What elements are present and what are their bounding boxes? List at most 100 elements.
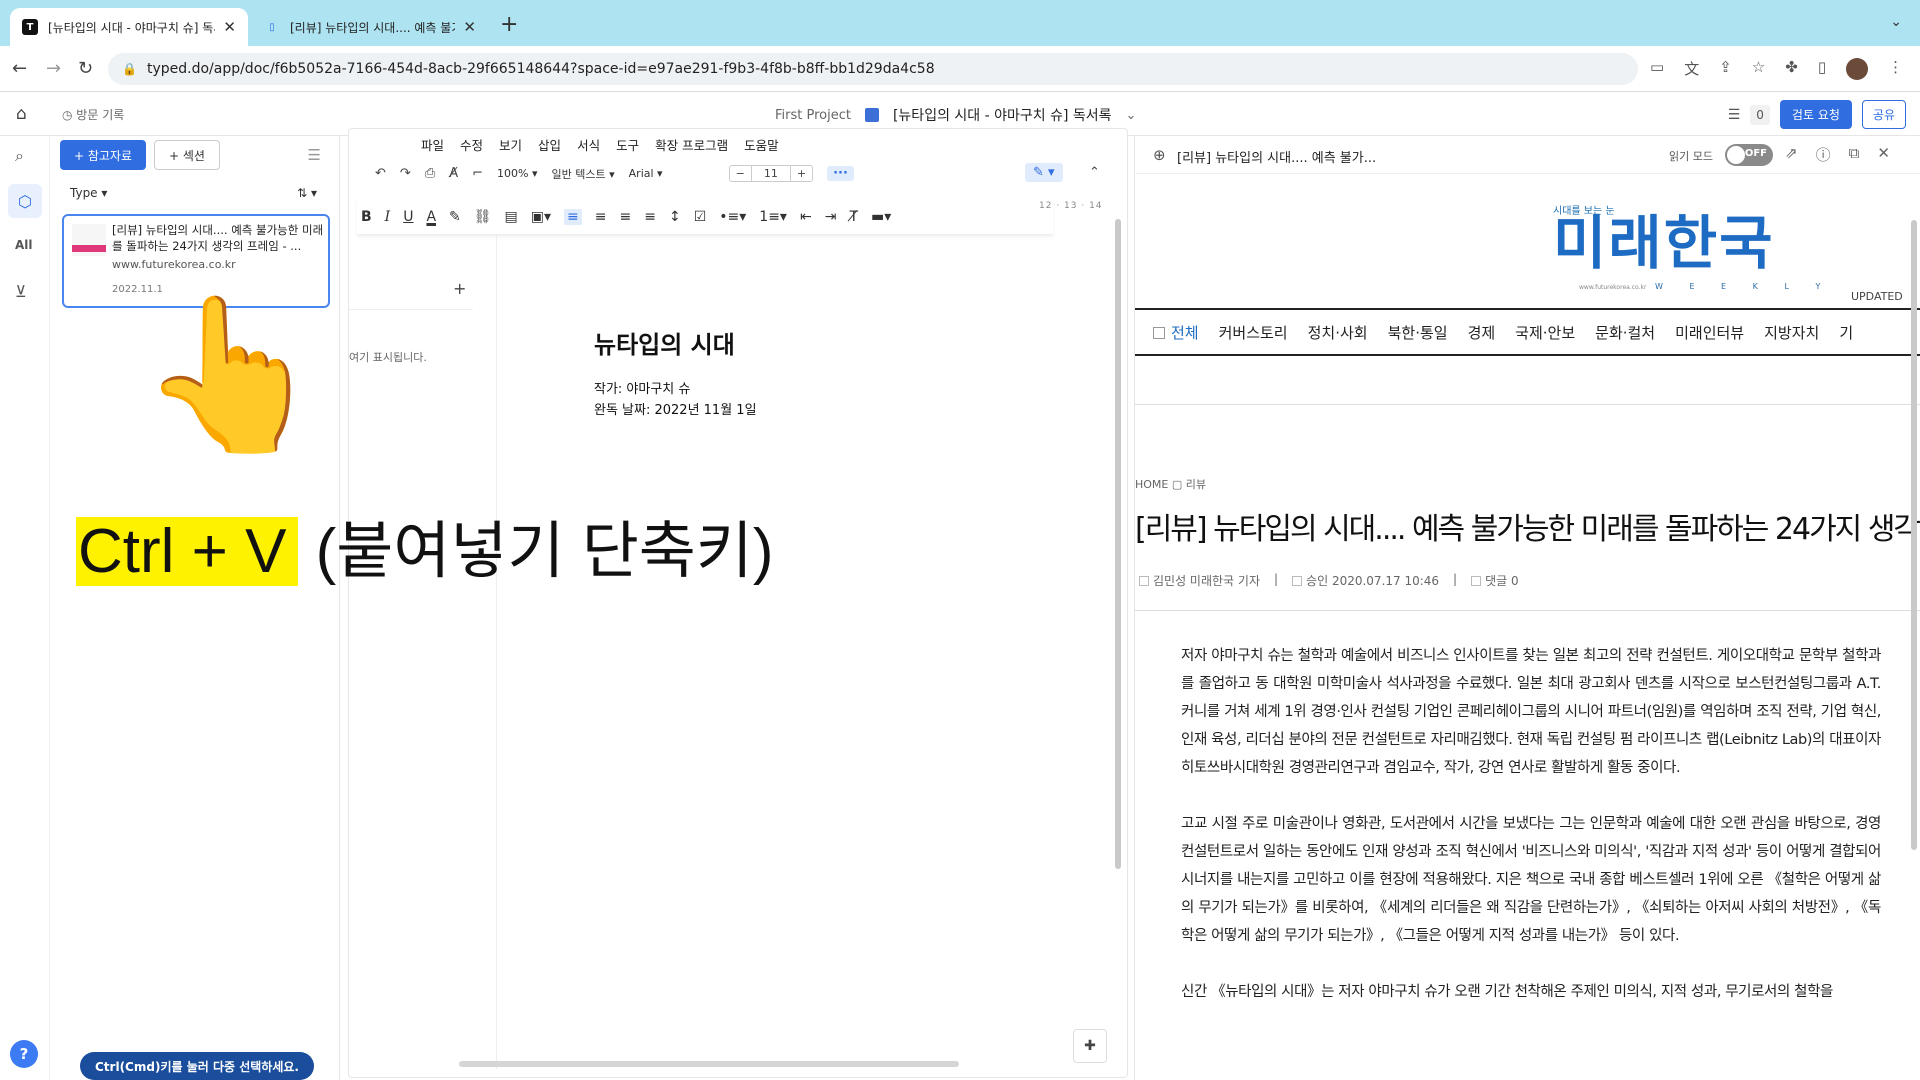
paint-format-icon[interactable]: ⌐ bbox=[472, 166, 483, 181]
type-filter-dropdown[interactable]: Type ▾ bbox=[70, 186, 107, 200]
profile-avatar[interactable] bbox=[1846, 58, 1869, 80]
address-bar[interactable]: 🔒 typed.do/app/doc/f6b5052a-7166-454d-8a… bbox=[108, 53, 1638, 85]
extensions-puzzle-icon[interactable]: ✤ bbox=[1785, 58, 1798, 80]
article-breadcrumb[interactable]: HOME ▢ 리뷰 bbox=[1135, 476, 1206, 492]
history-button[interactable]: ◷ 방문 기록 bbox=[62, 106, 124, 123]
nav-more[interactable]: 기 bbox=[1839, 322, 1853, 343]
kebab-menu-icon[interactable]: ⋮ bbox=[1888, 58, 1903, 80]
reload-icon[interactable]: ↻ bbox=[78, 58, 93, 79]
bookmark-star-icon[interactable]: ☆ bbox=[1752, 58, 1765, 80]
align-right-icon[interactable]: ≡ bbox=[620, 209, 632, 225]
share-icon[interactable]: ⇪ bbox=[1719, 58, 1732, 80]
nav-economy[interactable]: 경제 bbox=[1468, 322, 1496, 343]
menu-tools[interactable]: 도구 bbox=[616, 135, 639, 154]
menu-edit[interactable]: 수정 bbox=[460, 135, 483, 154]
menu-file[interactable]: 파일 bbox=[421, 135, 444, 154]
menu-view[interactable]: 보기 bbox=[499, 135, 522, 154]
cast-icon[interactable]: ▭ bbox=[1650, 58, 1664, 80]
checklist-icon[interactable]: ☰ bbox=[1728, 107, 1741, 123]
spellcheck-icon[interactable]: A̸ bbox=[449, 166, 458, 181]
highlight-icon[interactable]: ✎ bbox=[449, 209, 461, 225]
print-icon[interactable]: ⎙ bbox=[425, 166, 435, 181]
comment-icon[interactable]: ▤ bbox=[505, 209, 518, 225]
forward-arrow-icon[interactable]: → bbox=[46, 58, 61, 79]
add-section-button[interactable]: + 섹션 bbox=[154, 140, 220, 170]
nav-security[interactable]: 국제·안보 bbox=[1515, 322, 1575, 343]
translate-icon[interactable]: 文 bbox=[1684, 58, 1699, 80]
clear-formatting-icon[interactable]: T̸ bbox=[849, 209, 858, 225]
byline-comments[interactable]: 댓글 0 bbox=[1485, 574, 1519, 588]
back-arrow-icon[interactable]: ← bbox=[12, 58, 27, 79]
more-options-icon[interactable]: ··· bbox=[827, 166, 854, 181]
minus-icon[interactable]: − bbox=[730, 166, 751, 181]
document-title[interactable]: [뉴타입의 시대 - 야마구치 슈] 독서록 bbox=[893, 105, 1112, 125]
redo-icon[interactable]: ↷ bbox=[400, 166, 411, 181]
nav-politics[interactable]: 정치·사회 bbox=[1308, 322, 1368, 343]
close-tab-icon[interactable]: ✕ bbox=[223, 18, 236, 36]
menu-format[interactable]: 서식 bbox=[577, 135, 600, 154]
chevron-down-icon[interactable]: ⌄ bbox=[1126, 108, 1137, 123]
zoom-dropdown[interactable]: 100% ▾ bbox=[497, 167, 537, 180]
line-spacing-icon[interactable]: ↕ bbox=[669, 209, 681, 225]
add-reference-button[interactable]: + 참고자료 bbox=[60, 140, 146, 170]
numbered-list-icon[interactable]: 1≡▾ bbox=[759, 209, 787, 225]
increase-indent-icon[interactable]: ⇥ bbox=[825, 209, 837, 225]
document-meta[interactable]: 작가: 야마구치 슈 완독 날짜: 2022년 11월 1일 bbox=[594, 379, 757, 421]
read-mode-toggle[interactable]: OFF bbox=[1725, 144, 1773, 166]
text-color-icon[interactable]: A bbox=[426, 209, 436, 225]
nav-all[interactable]: 전체 bbox=[1153, 322, 1199, 343]
menu-help[interactable]: 도움말 bbox=[744, 135, 779, 154]
font-size-stepper[interactable]: − 11 + bbox=[728, 165, 814, 182]
nav-interview[interactable]: 미래인터뷰 bbox=[1675, 322, 1744, 343]
new-tab-icon[interactable]: + bbox=[500, 12, 518, 37]
info-icon[interactable]: ⓘ bbox=[1816, 144, 1831, 165]
plus-icon[interactable]: + bbox=[791, 166, 812, 181]
sort-dropdown[interactable]: ⇅ ▾ bbox=[297, 186, 317, 200]
bulleted-list-icon[interactable]: •≡▾ bbox=[719, 209, 746, 225]
editor-vertical-scrollbar[interactable] bbox=[1115, 219, 1121, 869]
add-comment-float-icon[interactable]: ✚ bbox=[1073, 1029, 1107, 1063]
split-view-icon[interactable]: ⧉ bbox=[1849, 144, 1860, 165]
chevron-up-icon[interactable]: ⌃ bbox=[1089, 165, 1100, 180]
help-button[interactable]: ? bbox=[10, 1040, 38, 1068]
undo-icon[interactable]: ↶ bbox=[375, 166, 386, 181]
close-tab-icon[interactable]: ✕ bbox=[463, 18, 476, 36]
site-logo[interactable]: 미래한국 bbox=[1553, 214, 1774, 272]
review-request-button[interactable]: 검토 요청 bbox=[1779, 100, 1852, 129]
align-left-icon[interactable]: ≡ bbox=[564, 208, 582, 225]
project-name[interactable]: First Project bbox=[775, 108, 851, 123]
all-button[interactable]: All bbox=[15, 238, 33, 252]
sidepanel-icon[interactable]: ▯ bbox=[1818, 58, 1826, 80]
paragraph-style-dropdown[interactable]: 일반 텍스트 ▾ bbox=[552, 166, 615, 182]
link-icon[interactable]: ⛓ bbox=[474, 209, 492, 225]
search-icon[interactable]: ⌕ bbox=[15, 146, 24, 166]
menu-extensions[interactable]: 확장 프로그램 bbox=[655, 135, 728, 154]
collapse-panel-icon[interactable]: ☰ bbox=[308, 146, 321, 164]
close-icon[interactable]: ✕ bbox=[1877, 144, 1890, 165]
align-justify-icon[interactable]: ≡ bbox=[644, 209, 656, 225]
viewer-vertical-scrollbar[interactable] bbox=[1911, 220, 1917, 850]
editing-mode-pen-icon[interactable]: ✎ ▾ bbox=[1025, 163, 1063, 182]
document-heading[interactable]: 뉴타입의 시대 bbox=[594, 325, 735, 360]
checklist-icon[interactable]: ☑ bbox=[694, 209, 707, 225]
input-tools-icon[interactable]: ▬▾ bbox=[871, 209, 891, 225]
inbox-icon[interactable]: ⊻ bbox=[15, 282, 27, 301]
decrease-indent-icon[interactable]: ⇤ bbox=[800, 209, 812, 225]
nav-north-korea[interactable]: 북한·통일 bbox=[1388, 322, 1448, 343]
image-icon[interactable]: ▣▾ bbox=[531, 209, 551, 225]
nav-local[interactable]: 지방자치 bbox=[1764, 322, 1819, 343]
share-button[interactable]: 공유 bbox=[1861, 100, 1906, 129]
italic-icon[interactable]: I bbox=[385, 209, 391, 225]
chevron-down-icon[interactable]: ⌄ bbox=[1890, 14, 1902, 30]
open-external-icon[interactable]: ⇗ bbox=[1785, 144, 1798, 165]
underline-icon[interactable]: U bbox=[403, 209, 413, 225]
add-heading-icon[interactable]: + bbox=[453, 279, 466, 298]
nav-cover-story[interactable]: 커버스토리 bbox=[1219, 322, 1288, 343]
font-size-value[interactable]: 11 bbox=[750, 166, 791, 181]
tab-typed-doc[interactable]: T [뉴타입의 시대 - 야마구치 슈] 독서록 ✕ bbox=[10, 8, 248, 46]
align-center-icon[interactable]: ≡ bbox=[595, 209, 607, 225]
cube-icon[interactable]: ⬡ bbox=[8, 184, 42, 218]
menu-insert[interactable]: 삽입 bbox=[538, 135, 561, 154]
bold-icon[interactable]: B bbox=[361, 209, 372, 225]
tab-futurekorea[interactable]: ▯ [리뷰] 뉴타입의 시대.... 예측 불가능 ✕ bbox=[252, 8, 488, 46]
